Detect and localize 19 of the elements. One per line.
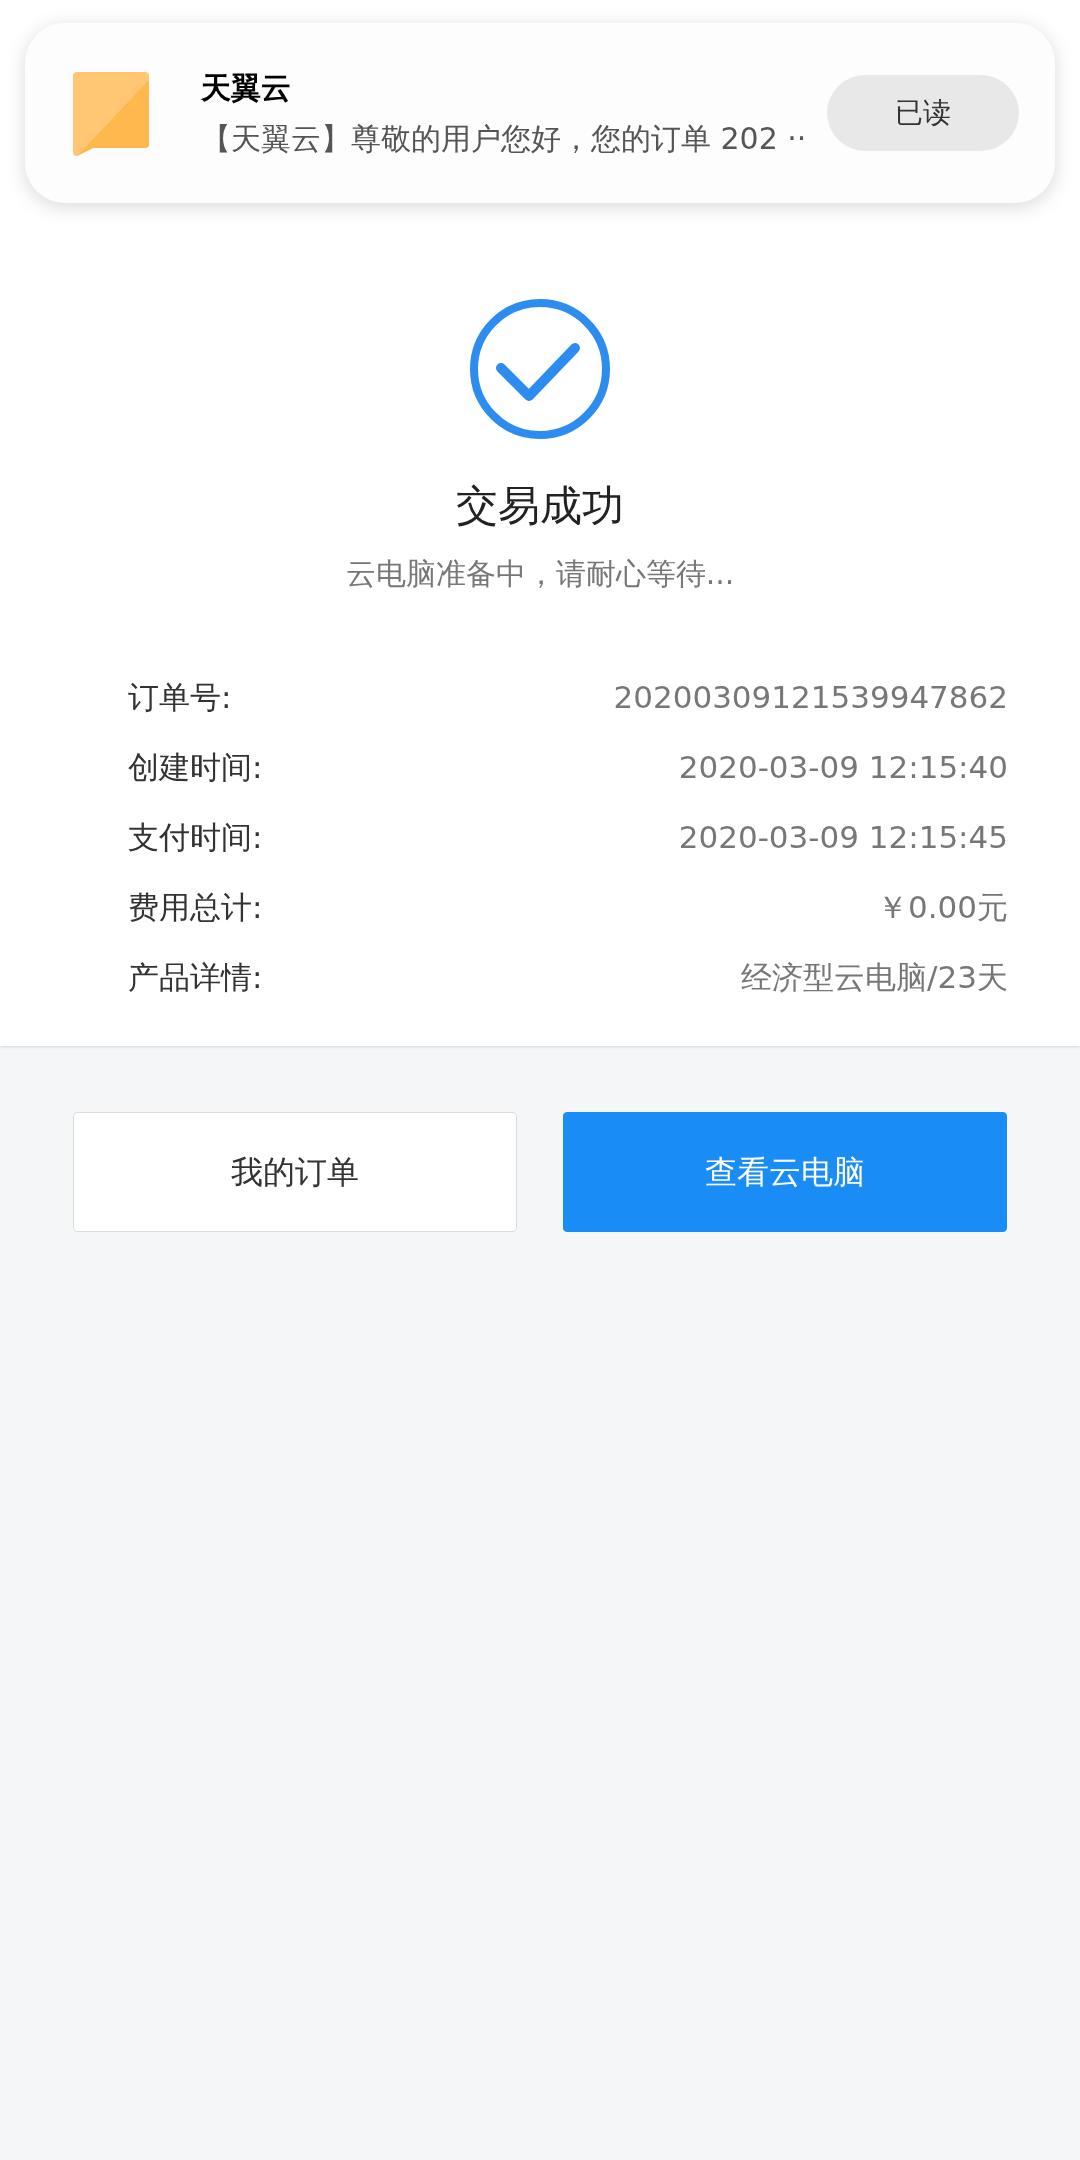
detail-label: 创建时间: (128, 747, 263, 787)
detail-label: 支付时间: (128, 817, 263, 857)
detail-value: ￥0.00元 (876, 887, 1008, 927)
mark-read-button[interactable]: 已读 (827, 75, 1019, 151)
detail-value: 经济型云电脑/23天 (741, 957, 1008, 997)
success-check-icon (469, 298, 611, 440)
detail-value: 2020-03-09 12:15:40 (678, 747, 1008, 787)
detail-value: 2020-03-09 12:15:45 (678, 817, 1008, 857)
notification-card[interactable]: 天翼云 【天翼云】尊敬的用户您好，您的订单 202 ·· 已读 (25, 23, 1055, 203)
chat-bubble-icon (71, 70, 151, 156)
notification-message: 【天翼云】尊敬的用户您好，您的订单 202 ·· (201, 120, 808, 158)
detail-value: 20200309121539947862 (613, 677, 1008, 717)
result-title: 交易成功 (456, 480, 624, 532)
detail-label: 产品详情: (128, 957, 263, 997)
result-subtitle: 云电脑准备中，请耐心等待... (345, 555, 735, 593)
detail-label: 订单号: (128, 677, 232, 717)
my-orders-button[interactable]: 我的订单 (73, 1112, 517, 1232)
detail-label: 费用总计: (128, 887, 263, 927)
app-name: 天翼云 (201, 69, 292, 107)
